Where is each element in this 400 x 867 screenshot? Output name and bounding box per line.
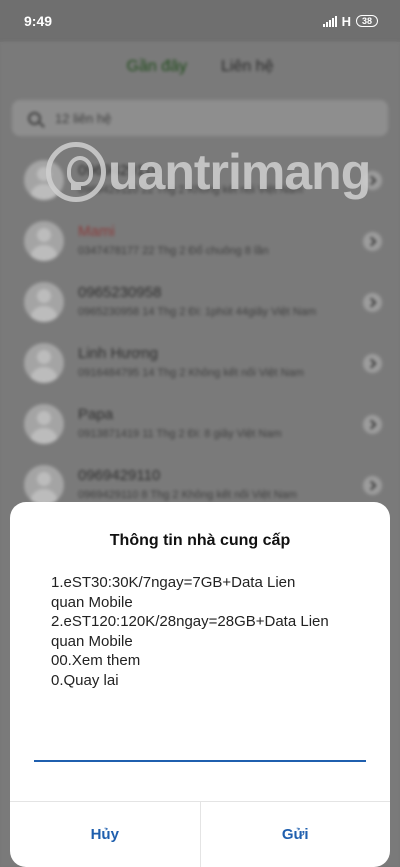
call-detail: 0916484795 14 Thg 2 Không kết nối Việt N… [78,367,304,379]
cancel-button[interactable]: Hủy [10,802,200,867]
chevron-right-icon[interactable] [363,354,382,373]
avatar [24,404,64,444]
call-detail: 0347478177 22 Thg 2 Đổ chuông 8 lần [78,245,269,257]
lightbulb-logo-icon [46,142,106,202]
send-button[interactable]: Gửi [199,802,391,867]
call-detail: 0969429110 8 Thg 2 Không kết nối Việt Na… [78,489,297,501]
tab-contacts[interactable]: Liên hệ [221,58,274,84]
avatar [24,343,64,383]
provider-info-dialog: Thông tin nhà cung cấp 1.eST30:30K/7ngay… [10,502,390,867]
call-name: Papa [78,406,114,423]
avatar [24,282,64,322]
tab-recent[interactable]: Gần đây [127,58,187,84]
call-row[interactable]: Mami 0347478177 22 Thg 2 Đổ chuông 8 lần [0,211,400,272]
status-bar: 9:49 H 38 [0,0,400,42]
chevron-right-icon[interactable] [363,415,382,434]
dialog-line: 0.Quay lai [51,671,119,689]
dialog-line: quan Mobile [51,632,133,650]
dialog-line: 1.eST30:30K/7ngay=7GB+Data Lien [51,574,296,591]
dialog-button-bar: Hủy Gửi [10,801,390,867]
call-detail: 0913871419 11 Thg 2 Đi: 8 giây Việt Nam [78,428,282,440]
tab-bar: Gần đây Liên hệ [0,58,400,84]
watermark-text: uantrimang [108,144,371,200]
dialog-line: 00.Xem them [51,652,141,669]
network-type: H [341,13,351,29]
dialog-message: 1.eST30:30K/7ngay=7GB+Data Lien quan Mob… [51,573,371,690]
call-name: 0969429110 [78,467,161,484]
call-name: Mami [78,223,115,240]
call-name: 0965230958 [78,284,162,301]
dialog-line: quan Mobile [51,593,133,611]
dialog-title: Thông tin nhà cung cấp [109,532,291,549]
watermark: uantrimang [46,132,371,212]
search-input[interactable]: 12 liên hệ [12,100,388,136]
signal-icon [322,15,337,27]
chevron-right-icon[interactable] [363,293,382,312]
chevron-right-icon[interactable] [363,232,382,251]
search-placeholder: 12 liên hệ [55,110,112,126]
reply-input[interactable] [34,740,366,762]
chevron-right-icon[interactable] [363,476,382,495]
call-detail: 0965230958 14 Thg 2 Đi: 1phút 44giây Việ… [78,306,317,318]
status-time: 9:49 [24,13,53,29]
dialog-line: 2.eST120:120K/28ngay=28GB+Data Lien [51,613,329,630]
battery-icon: 38 [356,15,378,27]
status-indicators: H 38 [322,13,378,29]
avatar [24,221,64,261]
call-name: Linh Hương [78,345,158,362]
search-icon [28,111,41,125]
call-row[interactable]: Linh Hương 0916484795 14 Thg 2 Không kết… [0,333,400,394]
call-row[interactable]: 0965230958 0965230958 14 Thg 2 Đi: 1phút… [0,272,400,333]
call-row[interactable]: Papa 0913871419 11 Thg 2 Đi: 8 giây Việt… [0,394,400,455]
avatar [24,465,64,505]
